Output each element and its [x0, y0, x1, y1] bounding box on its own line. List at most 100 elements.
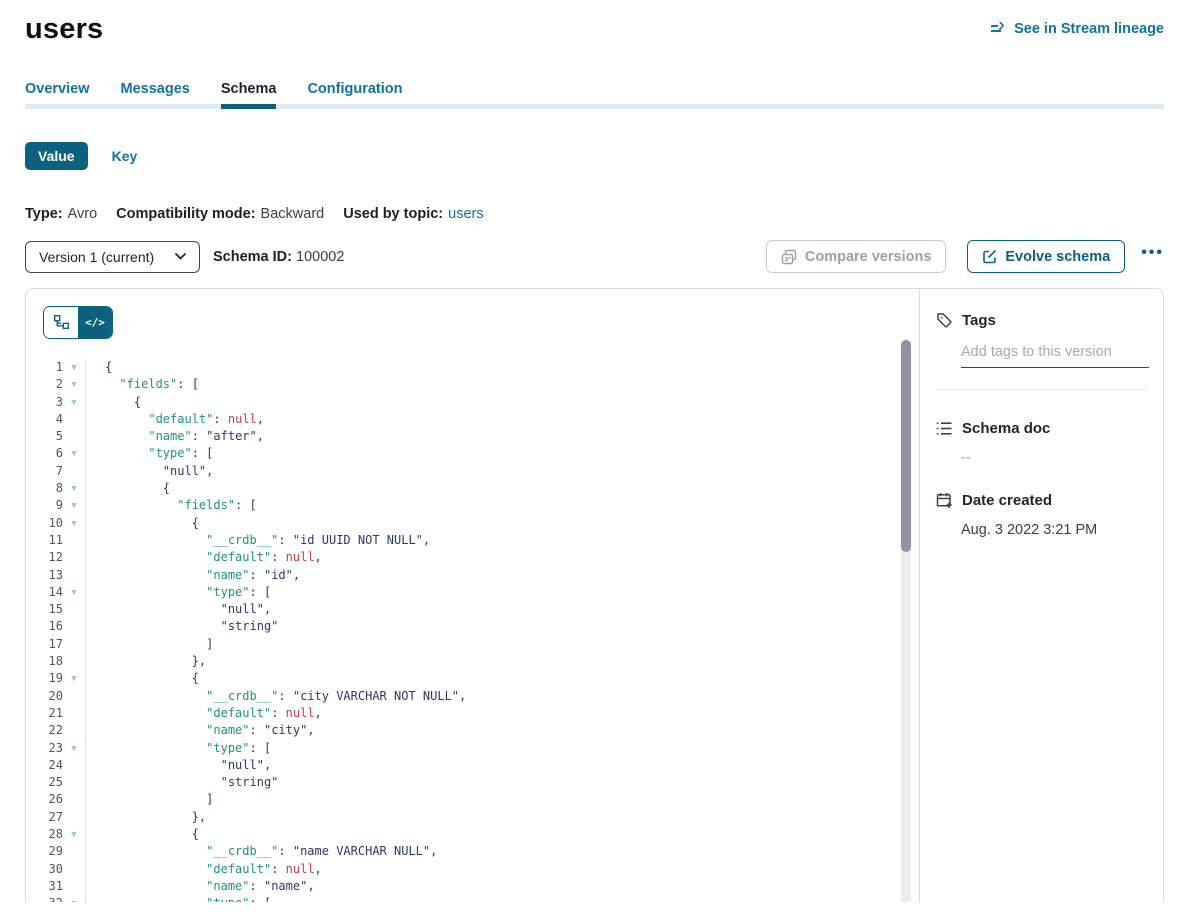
stream-lineage-icon	[990, 22, 1007, 36]
line-number: 19	[26, 670, 63, 687]
code-scrollbar-thumb[interactable]	[901, 340, 911, 552]
tab-schema[interactable]: Schema	[221, 81, 277, 109]
fold-toggle-icon[interactable]: ▼	[63, 376, 85, 393]
fold-spacer	[63, 809, 85, 826]
fold-toggle-icon[interactable]: ▼	[63, 480, 85, 497]
fold-toggle-icon[interactable]: ▼	[63, 394, 85, 411]
more-options-button[interactable]: •••	[1141, 245, 1164, 269]
code-gutter: 24	[26, 757, 86, 774]
date-created-value: Aug. 3 2022 3:21 PM	[961, 522, 1147, 538]
code-text: "name": "after",	[86, 428, 264, 445]
type-value: Avro	[68, 206, 98, 222]
compare-versions-label: Compare versions	[805, 249, 932, 265]
fold-toggle-icon[interactable]: ▼	[63, 740, 85, 757]
compare-versions-button[interactable]: Compare versions	[766, 240, 947, 273]
code-gutter: 8▼	[26, 480, 86, 497]
code-line: 18 },	[26, 653, 919, 670]
fold-toggle-icon[interactable]: ▼	[63, 497, 85, 514]
line-number: 28	[26, 826, 63, 843]
date-created-title: Date created	[962, 492, 1052, 509]
compare-versions-icon	[781, 249, 797, 265]
code-toolbar: </>	[26, 289, 919, 339]
tags-title: Tags	[962, 312, 996, 329]
edit-icon	[982, 249, 997, 264]
code-line: 4 "default": null,	[26, 411, 919, 428]
schema-sidebar: Tags Schema doc --	[919, 289, 1163, 902]
page-title: users	[25, 13, 103, 46]
code-gutter: 18	[26, 653, 86, 670]
code-gutter: 1▼	[26, 359, 86, 376]
schema-doc-title: Schema doc	[962, 420, 1050, 437]
code-gutter: 3▼	[26, 394, 86, 411]
topic-label: Used by topic:	[343, 206, 443, 222]
fold-toggle-icon[interactable]: ▼	[63, 445, 85, 462]
fold-spacer	[63, 532, 85, 549]
fold-spacer	[63, 878, 85, 895]
code-text: ]	[86, 791, 213, 808]
code-line: 14▼ "type": [	[26, 584, 919, 601]
code-gutter: 17	[26, 636, 86, 653]
code-line: 11 "__crdb__": "id UUID NOT NULL",	[26, 532, 919, 549]
fold-toggle-icon[interactable]: ▼	[63, 670, 85, 687]
compat-label: Compatibility mode:	[116, 206, 255, 222]
fold-spacer	[63, 861, 85, 878]
code-line: 20 "__crdb__": "city VARCHAR NOT NULL",	[26, 688, 919, 705]
version-select[interactable]: Version 1 (current)	[25, 241, 200, 273]
code-view-icon: </>	[85, 316, 105, 329]
code-view-button[interactable]: </>	[78, 307, 112, 338]
code-gutter: 26	[26, 791, 86, 808]
stream-lineage-link[interactable]: See in Stream lineage	[990, 21, 1164, 37]
code-text: "type": [	[86, 740, 271, 757]
line-number: 21	[26, 705, 63, 722]
line-number: 31	[26, 878, 63, 895]
schema-id: Schema ID: 100002	[213, 249, 344, 265]
code-gutter: 23▼	[26, 740, 86, 757]
code-text: "type": [	[86, 895, 271, 902]
code-gutter: 9▼	[26, 497, 86, 514]
schema-type: Type:Avro	[25, 206, 97, 222]
fold-toggle-icon[interactable]: ▼	[63, 359, 85, 376]
line-number: 11	[26, 532, 63, 549]
line-number: 10	[26, 515, 63, 532]
code-text: {	[86, 359, 112, 376]
code-text: "__crdb__": "id UUID NOT NULL",	[86, 532, 430, 549]
code-line: 8▼ {	[26, 480, 919, 497]
code-line: 21 "default": null,	[26, 705, 919, 722]
code-line: 23▼ "type": [	[26, 740, 919, 757]
line-number: 6	[26, 445, 63, 462]
tab-messages[interactable]: Messages	[121, 81, 190, 109]
fold-spacer	[63, 757, 85, 774]
code-line: 32▼ "type": [	[26, 895, 919, 902]
tree-view-button[interactable]	[44, 307, 78, 338]
code-line: 25 "string"	[26, 774, 919, 791]
key-tab-link[interactable]: Key	[112, 148, 138, 164]
view-mode-toggle: </>	[43, 306, 113, 339]
line-number: 23	[26, 740, 63, 757]
fold-spacer	[63, 567, 85, 584]
code-scrollbar-track[interactable]	[901, 339, 911, 902]
tags-section-title: Tags	[936, 312, 1147, 329]
fold-toggle-icon[interactable]: ▼	[63, 584, 85, 601]
fold-spacer	[63, 601, 85, 618]
code-gutter: 16	[26, 618, 86, 635]
code-gutter: 28▼	[26, 826, 86, 843]
fold-toggle-icon[interactable]: ▼	[63, 826, 85, 843]
evolve-schema-button[interactable]: Evolve schema	[967, 240, 1125, 273]
fold-spacer	[63, 618, 85, 635]
fold-toggle-icon[interactable]: ▼	[63, 895, 85, 902]
code-text: "type": [	[86, 445, 213, 462]
code-line: 7 "null",	[26, 463, 919, 480]
code-gutter: 11	[26, 532, 86, 549]
value-tab-button[interactable]: Value	[25, 142, 88, 170]
schema-id-label: Schema ID:	[213, 249, 292, 265]
fold-toggle-icon[interactable]: ▼	[63, 515, 85, 532]
tab-overview[interactable]: Overview	[25, 81, 90, 109]
date-created-section-title: Date created	[936, 492, 1147, 509]
line-number: 12	[26, 549, 63, 566]
schema-code-panel: </> 1▼{2▼ "fields": [3▼ {4 "default": nu…	[26, 289, 919, 902]
code-gutter: 14▼	[26, 584, 86, 601]
tab-configuration[interactable]: Configuration	[307, 81, 402, 109]
schema-doc-value: --	[961, 450, 1147, 466]
topic-link[interactable]: users	[448, 206, 483, 222]
add-tags-input[interactable]	[961, 342, 1149, 368]
